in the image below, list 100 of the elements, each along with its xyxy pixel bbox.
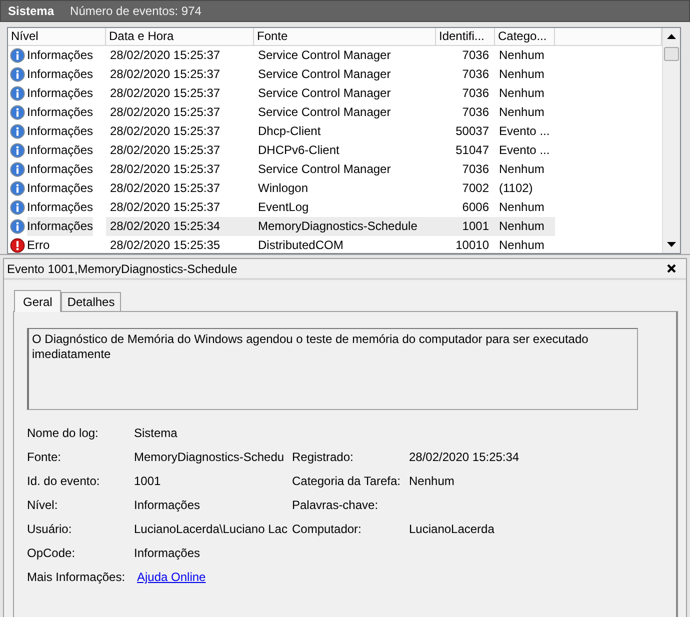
source-cell-text: DistributedCOM xyxy=(257,237,344,253)
event-title: Evento 1001,MemoryDiagnostics-Schedule xyxy=(7,262,238,276)
date-cell-text: 28/02/2020 15:25:37 xyxy=(109,47,222,64)
category-cell-text: Nenhum xyxy=(498,237,546,253)
source-cell-text: Service Control Manager xyxy=(257,85,392,102)
info-icon xyxy=(10,162,25,177)
level-cell-text: Informações xyxy=(27,47,94,64)
tab[interactable]: Geral xyxy=(14,290,62,312)
log-name: Sistema xyxy=(8,4,54,18)
field-value: Informações xyxy=(134,498,202,513)
id-cell-text: 51047 xyxy=(454,142,490,159)
info-icon xyxy=(10,181,25,196)
column-header[interactable]: Data e Hora xyxy=(106,28,254,46)
field-value: 28/02/2020 15:25:34 xyxy=(409,450,520,465)
field-label: Usuário: xyxy=(27,522,73,537)
id-cell: 1001 xyxy=(436,217,495,236)
category-cell-text: Nenhum xyxy=(498,161,546,178)
info-icon xyxy=(10,67,25,82)
field-label: Palavras-chave: xyxy=(292,498,380,513)
date-cell-text: 28/02/2020 15:25:37 xyxy=(109,66,222,83)
date-cell-text: 28/02/2020 15:25:37 xyxy=(109,142,222,159)
id-cell-text: 7036 xyxy=(461,66,490,83)
date-cell-text: 28/02/2020 15:25:37 xyxy=(109,123,222,140)
field-label: Computador: xyxy=(292,522,362,537)
field-label: Id. do evento: xyxy=(27,474,101,489)
date-cell-text: 28/02/2020 15:25:35 xyxy=(109,237,222,253)
date-cell-text: 28/02/2020 15:25:37 xyxy=(109,85,222,102)
close-icon[interactable] xyxy=(667,264,676,273)
field-label: OpCode: xyxy=(27,546,76,561)
column-header[interactable]: Identifi... xyxy=(436,28,495,46)
id-cell-text: 7036 xyxy=(461,47,490,64)
online-help-link[interactable]: Ajuda Online xyxy=(137,570,206,584)
date-cell-text: 28/02/2020 15:25:37 xyxy=(109,104,222,121)
event-message: O Diagnóstico de Memória do Windows agendou o teste de memória do computador para ser executado imediatamente xyxy=(27,328,638,410)
column-header[interactable]: Nível xyxy=(8,28,106,46)
field-label: Fonte: xyxy=(27,450,62,465)
field-label: Nível: xyxy=(27,498,59,513)
tab[interactable]: Detalhes xyxy=(61,292,121,311)
scrollbar[interactable] xyxy=(662,28,680,253)
field-value: Sistema xyxy=(134,426,178,441)
field-value: Nenhum xyxy=(409,474,456,489)
field-label: Nome do log: xyxy=(27,426,100,441)
source-cell-text: EventLog xyxy=(257,199,310,216)
id-cell-text: 10010 xyxy=(454,237,490,253)
level-cell-text: Informações xyxy=(27,199,94,216)
level-cell-text: Informações xyxy=(27,180,94,197)
scroll-down-icon[interactable] xyxy=(667,242,676,247)
id-cell-text: 50037 xyxy=(454,123,490,140)
category-cell-text: Nenhum xyxy=(498,199,546,216)
field-label: Categoria da Tarefa: xyxy=(292,474,402,489)
category-cell-text: Nenhum xyxy=(498,85,546,102)
id-cell-text: 7036 xyxy=(461,104,490,121)
category-cell-text: Evento ... xyxy=(498,123,551,140)
level-cell-text: Informações xyxy=(27,66,94,83)
source-cell-text: DHCPv6-Client xyxy=(257,142,340,159)
field-value: Informações xyxy=(134,546,202,561)
level-cell-text: Informações xyxy=(27,161,94,178)
scroll-thumb[interactable] xyxy=(664,47,679,61)
category-cell-text: Nenhum xyxy=(498,47,546,64)
info-icon xyxy=(10,219,25,234)
date-cell-text: 28/02/2020 15:25:37 xyxy=(109,161,222,178)
source-cell-text: Service Control Manager xyxy=(257,66,392,83)
source-cell-text: Winlogon xyxy=(257,180,310,197)
id-cell-text: 7036 xyxy=(461,85,490,102)
field-value: 1001 xyxy=(134,474,162,489)
category-cell-text: Evento ... xyxy=(498,142,551,159)
id-cell-text: 7002 xyxy=(461,180,490,197)
info-icon xyxy=(10,48,25,63)
level-cell: Informações xyxy=(27,217,94,236)
level-cell-text: Informações xyxy=(27,104,94,121)
category-cell-text: Nenhum xyxy=(498,104,546,121)
field-value: MemoryDiagnostics-Schedu xyxy=(134,450,286,465)
id-cell-text: 6006 xyxy=(461,199,490,216)
column-header[interactable]: Fonte xyxy=(254,28,436,46)
field-label: Registrado: xyxy=(292,450,354,465)
field-label: Mais Informações: xyxy=(27,570,126,585)
field-value: LucianoLacerda\Luciano Lac xyxy=(134,522,288,537)
event-count: Número de eventos: 974 xyxy=(70,4,202,18)
info-icon xyxy=(10,86,25,101)
source-cell-text: Service Control Manager xyxy=(257,161,392,178)
info-icon xyxy=(10,143,25,158)
date-cell: 28/02/2020 15:25:34 xyxy=(106,217,254,236)
category-cell-text: Nenhum xyxy=(498,66,546,83)
date-cell-text: 28/02/2020 15:25:37 xyxy=(109,199,222,216)
info-icon xyxy=(10,105,25,120)
source-cell-text: Service Control Manager xyxy=(257,104,392,121)
id-cell-text: 7036 xyxy=(461,161,490,178)
category-cell-text: (1102) xyxy=(498,180,534,197)
info-icon xyxy=(10,200,25,215)
field-value: LucianoLacerda xyxy=(409,522,496,537)
level-cell-text: Erro xyxy=(27,237,50,253)
column-header[interactable]: Catego... xyxy=(495,28,555,46)
date-cell-text: 28/02/2020 15:25:37 xyxy=(109,180,222,197)
level-cell-text: Informações xyxy=(27,85,94,102)
scroll-up-icon[interactable] xyxy=(667,34,676,39)
category-cell: Nenhum xyxy=(495,217,555,236)
info-icon xyxy=(10,124,25,139)
source-cell: MemoryDiagnostics-Schedule xyxy=(254,217,436,236)
source-cell-text: Dhcp-Client xyxy=(257,123,322,140)
level-cell-text: Informações xyxy=(27,142,94,159)
